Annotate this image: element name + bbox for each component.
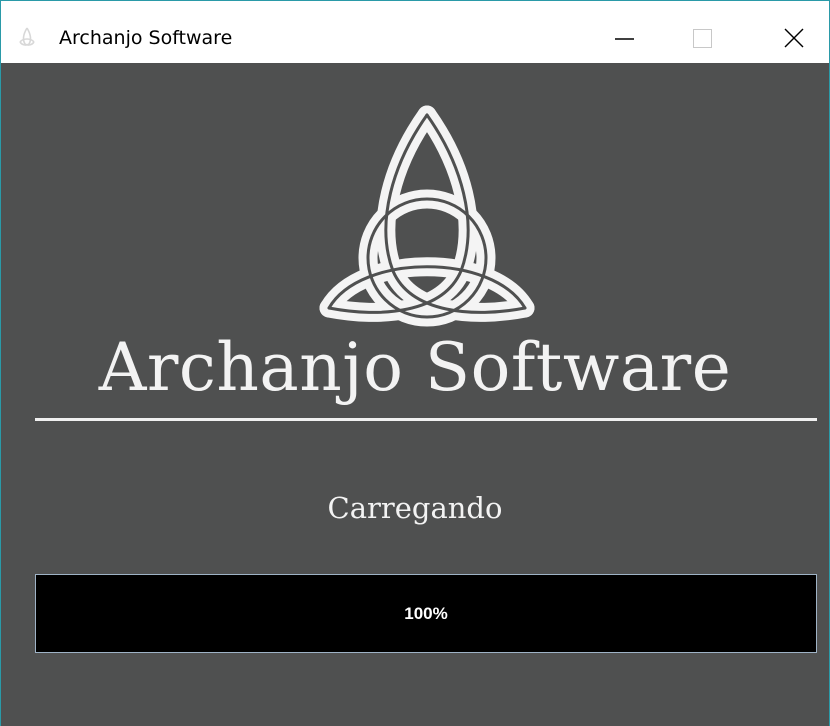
minimize-button[interactable]	[597, 15, 657, 57]
divider	[35, 418, 817, 421]
loading-status: Carregando	[327, 491, 503, 525]
progress-bar: 100%	[35, 574, 817, 653]
triquetra-logo	[319, 105, 535, 327]
triquetra-icon	[17, 27, 37, 47]
progress-label: 100%	[404, 603, 448, 623]
brand-name: Archanjo Software	[98, 329, 732, 406]
splash-content: Archanjo Software Carregando 100%	[1, 63, 829, 726]
close-button[interactable]	[767, 15, 827, 57]
close-icon	[784, 28, 804, 48]
maximize-button	[673, 15, 733, 57]
title-bar[interactable]: Archanjo Software	[1, 1, 829, 63]
splash-window: Archanjo Software Archanjo Software Carr…	[0, 0, 830, 726]
window-title: Archanjo Software	[59, 27, 233, 49]
maximize-icon	[693, 29, 712, 48]
